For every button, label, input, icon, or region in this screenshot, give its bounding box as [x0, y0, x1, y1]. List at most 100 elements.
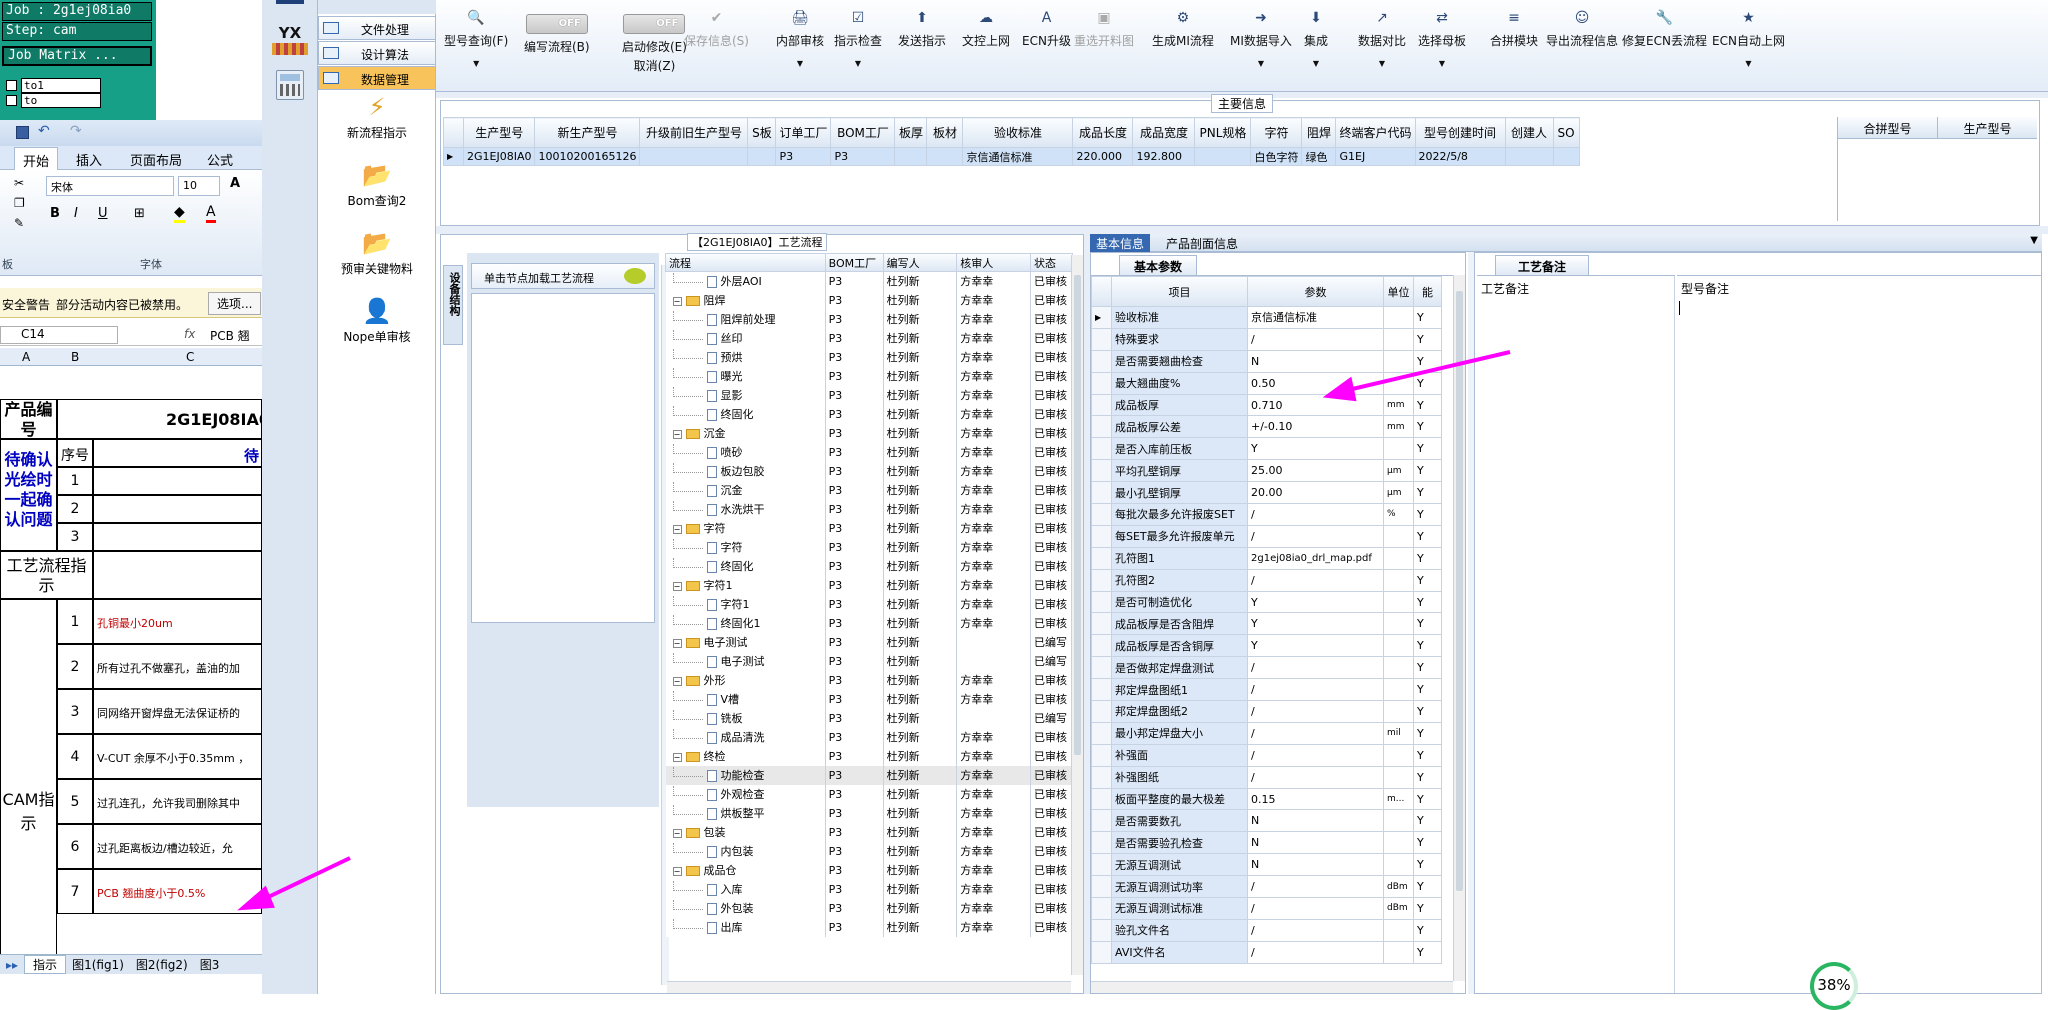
cam-row-text[interactable]: 过孔距离板边/槽边较近，允 — [93, 824, 262, 869]
param-row[interactable]: 是否需要验孔检查 N Y — [1091, 831, 1442, 855]
flow-cell[interactable]: P3 — [824, 841, 884, 861]
collapse-toggle-icon[interactable]: − — [672, 753, 682, 762]
flow-row[interactable]: − 沉金 P3 杜列新 方幸幸 已审核 — [665, 423, 1073, 443]
off-toggle[interactable]: OFF — [525, 14, 588, 34]
main-col-header[interactable]: 生产型号 — [462, 117, 536, 148]
flow-cell[interactable]: P3 — [824, 461, 884, 481]
flow-cell[interactable]: 方幸幸 — [956, 423, 1031, 443]
param-value[interactable]: 20.00 — [1247, 481, 1384, 505]
param-value[interactable]: 京信通信标准 — [1247, 306, 1384, 329]
param-row[interactable]: 最小孔壁铜厚 20.00 μm Y — [1091, 481, 1442, 505]
flow-step-cell[interactable]: 功能检查 — [665, 765, 826, 785]
flow-row[interactable]: 喷砂 P3 杜列新 方幸幸 已审核 — [665, 442, 1073, 462]
param-row[interactable]: 是否做邦定焊盘测试 / Y — [1091, 656, 1442, 680]
param-row[interactable]: AVI文件名 / Y — [1091, 940, 1442, 964]
flow-cell[interactable]: 方幸幸 — [956, 309, 1031, 329]
flow-cell[interactable]: 方幸幸 — [956, 765, 1031, 785]
node-list[interactable] — [471, 293, 655, 623]
fx-icon[interactable]: fx — [184, 327, 195, 341]
param-row[interactable]: 是否可制造优化 Y Y — [1091, 590, 1442, 614]
format-painter-icon[interactable]: ✎ — [14, 216, 24, 230]
flow-row[interactable]: − 字符1 P3 杜列新 方幸幸 已审核 — [665, 575, 1073, 595]
main-cell[interactable]: 192.800 — [1132, 147, 1196, 166]
underline-button[interactable]: U — [98, 206, 108, 221]
param-value[interactable]: N — [1247, 831, 1384, 855]
tab-insert[interactable]: 插入 — [76, 150, 102, 169]
flow-cell[interactable]: 杜列新 — [882, 841, 958, 861]
flow-cell[interactable]: P3 — [824, 575, 884, 595]
flow-row[interactable]: 烘板整平 P3 杜列新 方幸幸 已审核 — [665, 803, 1073, 823]
param-col-header[interactable]: 项目 — [1111, 276, 1248, 307]
flow-cell[interactable]: 杜列新 — [882, 632, 958, 652]
tool-item[interactable]: ⚡ 新流程指示 — [318, 90, 436, 154]
pending-row-text[interactable] — [93, 523, 262, 551]
merge-col-header[interactable]: 合拼型号 — [1838, 117, 1938, 138]
flow-row[interactable]: 沉金 P3 杜列新 方幸幸 已审核 — [665, 480, 1073, 500]
param-flag[interactable]: Y — [1413, 875, 1442, 899]
flow-row[interactable]: 内包装 P3 杜列新 方幸幸 已审核 — [665, 841, 1073, 861]
main-cell[interactable] — [926, 147, 964, 166]
dropdown-arrow-icon[interactable]: ▼ — [1358, 59, 1406, 68]
process-remark-area[interactable]: 工艺备注 — [1477, 275, 1675, 993]
flow-cell[interactable]: P3 — [824, 290, 884, 310]
flow-step-cell[interactable]: − 字符 — [665, 518, 826, 538]
params-hscroll[interactable] — [1091, 981, 1453, 993]
flow-cell[interactable]: 已审核 — [1029, 841, 1073, 861]
main-col-header[interactable]: 成品宽度 — [1132, 117, 1196, 148]
flow-row[interactable]: − 成品仓 P3 杜列新 方幸幸 已审核 — [665, 860, 1073, 880]
flow-step-cell[interactable]: 电子测试 — [665, 651, 826, 671]
flow-cell[interactable]: P3 — [824, 803, 884, 823]
nav-item[interactable]: 数据管理 — [318, 66, 436, 90]
param-flag[interactable]: Y — [1413, 415, 1442, 439]
param-flag[interactable]: Y — [1413, 546, 1442, 570]
flow-cell[interactable]: 已审核 — [1029, 898, 1073, 918]
remarks-tab[interactable]: 工艺备注 — [1495, 255, 1590, 275]
flow-row[interactable]: 字符1 P3 杜列新 方幸幸 已审核 — [665, 594, 1073, 614]
param-value[interactable]: / — [1247, 700, 1384, 723]
flow-step-cell[interactable]: 铣板 — [665, 708, 826, 728]
main-col-header[interactable]: 终端客户代码 — [1335, 117, 1416, 148]
flow-row[interactable]: 成品清洗 P3 杜列新 方幸幸 已审核 — [665, 727, 1073, 747]
flow-row[interactable]: 外包装 P3 杜列新 方幸幸 已审核 — [665, 898, 1073, 918]
flow-hscroll[interactable] — [667, 981, 1071, 993]
param-flag[interactable]: Y — [1413, 656, 1442, 680]
param-flag[interactable]: Y — [1413, 743, 1442, 767]
flow-step-cell[interactable]: 沉金 — [665, 480, 826, 500]
flow-cell[interactable]: 方幸幸 — [956, 328, 1031, 348]
font-name-select[interactable]: 宋体 — [46, 176, 174, 196]
job-matrix-button[interactable]: Job Matrix ... — [2, 46, 152, 66]
param-value[interactable]: / — [1247, 765, 1384, 789]
flow-cell[interactable]: 已审核 — [1029, 575, 1073, 595]
sheet-tab-fig1[interactable]: 图1(fig1) — [66, 956, 130, 973]
param-flag[interactable]: Y — [1413, 721, 1442, 745]
flow-cell[interactable]: 杜列新 — [882, 347, 958, 367]
collapse-toggle-icon[interactable]: − — [672, 297, 682, 306]
col-header-b[interactable]: B — [71, 350, 79, 364]
toolbar-button[interactable]: ☺ 导出流程信息 — [1546, 6, 1618, 80]
flow-cell[interactable]: P3 — [824, 670, 884, 690]
param-value[interactable]: Y — [1247, 590, 1384, 614]
flow-cell[interactable]: 方幸幸 — [956, 689, 1031, 709]
flow-cell[interactable]: P3 — [824, 423, 884, 443]
param-flag[interactable]: Y — [1413, 590, 1442, 614]
param-row[interactable]: 验孔文件名 / Y — [1091, 918, 1442, 942]
flow-row[interactable]: 终固化 P3 杜列新 方幸幸 已审核 — [665, 404, 1073, 424]
flow-col-header[interactable]: 流程 — [665, 253, 826, 272]
main-col-header[interactable]: 阻焊 — [1301, 117, 1337, 148]
dropdown-arrow-icon[interactable]: ▼ — [1230, 59, 1292, 68]
param-flag[interactable]: Y — [1413, 371, 1442, 395]
flow-row[interactable]: 字符 P3 杜列新 方幸幸 已审核 — [665, 537, 1073, 557]
flow-row[interactable]: 入库 P3 杜列新 方幸幸 已审核 — [665, 879, 1073, 899]
param-flag[interactable]: Y — [1413, 306, 1442, 329]
dropdown-arrow-icon[interactable]: ▼ — [444, 59, 508, 68]
flow-step-cell[interactable]: 入库 — [665, 879, 826, 899]
param-flag[interactable]: Y — [1413, 481, 1442, 505]
flow-cell[interactable]: 已编写 — [1029, 651, 1073, 671]
flow-row[interactable]: − 电子测试 P3 杜列新 已编写 — [665, 632, 1073, 652]
flow-cell[interactable]: 杜列新 — [882, 556, 958, 576]
param-row[interactable]: 最大翘曲度% 0.50 Y — [1091, 371, 1442, 395]
toolbar-button[interactable]: 🔍 型号查询(F) ▼ — [444, 6, 508, 80]
dropdown-arrow-icon[interactable]: ▼ — [1712, 59, 1785, 68]
flow-step-cell[interactable]: − 终检 — [665, 746, 826, 766]
flow-step-cell[interactable]: − 电子测试 — [665, 632, 826, 652]
